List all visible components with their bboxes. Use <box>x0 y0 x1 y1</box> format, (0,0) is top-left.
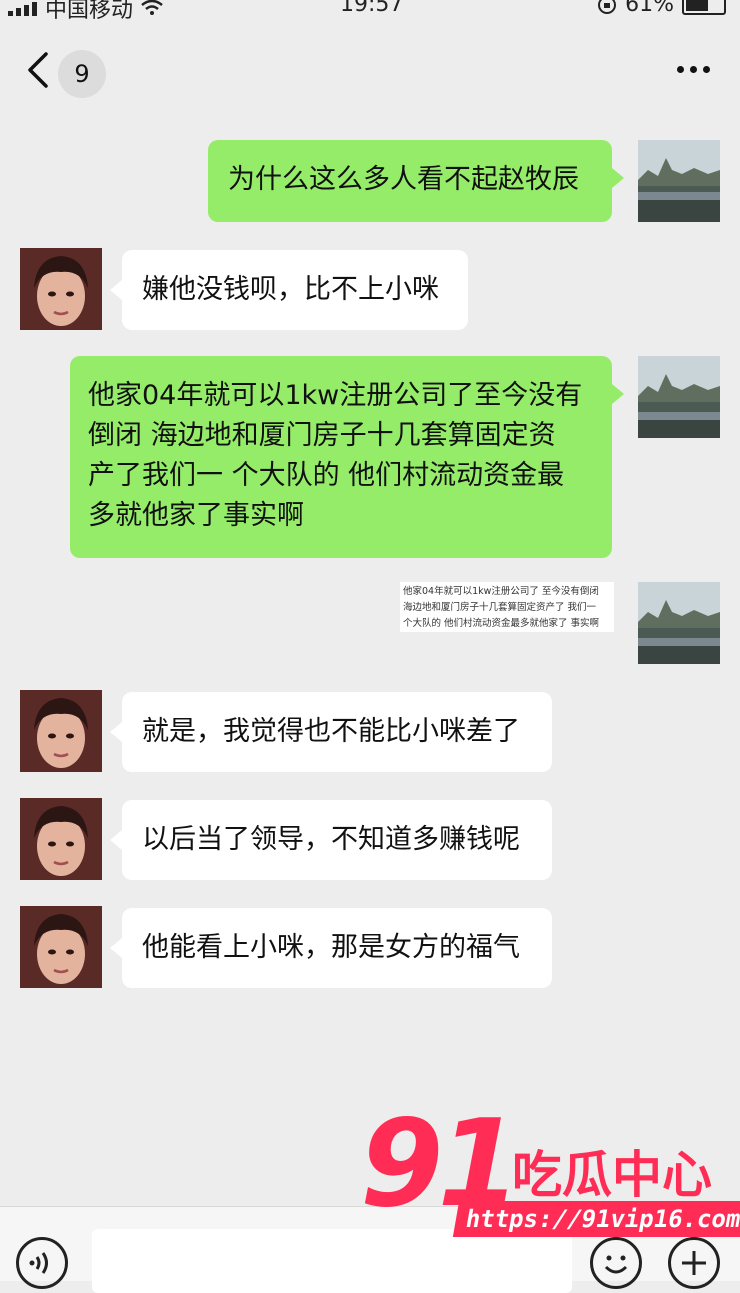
my-avatar[interactable] <box>638 140 720 222</box>
rotation-lock-icon <box>598 0 617 14</box>
message-line: 产了我们一 个大队的 他们村流动资金最 <box>88 460 565 491</box>
message-text: 嫌他没钱呗，比不上小咪 <box>142 274 439 305</box>
carrier-label: 中国移动 <box>45 0 134 23</box>
image-text-line: 他家04年就可以1kw注册公司了 至今没有倒闭 <box>403 586 599 597</box>
message-line: 他家04年就可以1kw注册公司了至今没有 <box>88 380 583 411</box>
contact-avatar[interactable] <box>20 690 102 772</box>
contact-message-bubble[interactable]: 他能看上小咪，那是女方的福气 <box>110 908 552 988</box>
message-text: 就是，我觉得也不能比小咪差了 <box>142 716 520 747</box>
contact-message-bubble[interactable]: 以后当了领导，不知道多赚钱呢 <box>110 800 552 880</box>
message-text: 他能看上小咪，那是女方的福气 <box>142 932 520 963</box>
message-text: 以后当了领导，不知道多赚钱呢 <box>142 824 520 855</box>
battery-percent: 61% <box>625 0 674 17</box>
my-avatar[interactable] <box>638 356 720 438</box>
signal-icon <box>8 0 37 16</box>
image-text-line: 海边地和厦门房子十几套算固定资产了 我们一 <box>403 602 597 613</box>
watermark-name: 吃瓜中心 <box>512 1146 712 1204</box>
message-text: 为什么这么多人看不起赵牧辰 <box>228 164 579 195</box>
my-message-bubble[interactable]: 他家04年就可以1kw注册公司了至今没有 倒闭 海边地和厦门房子十几套算固定资 … <box>70 356 624 558</box>
watermark-url: https://91vip16.com <box>452 1201 740 1237</box>
contact-avatar[interactable] <box>20 248 102 330</box>
status-bar: 中国移动 19:57 61% <box>0 0 740 23</box>
contact-message-bubble[interactable]: 嫌他没钱呗，比不上小咪 <box>110 250 468 330</box>
my-message-bubble[interactable]: 为什么这么多人看不起赵牧辰 <box>208 140 624 222</box>
my-avatar[interactable] <box>638 582 720 664</box>
more-options-icon[interactable] <box>677 66 710 73</box>
contact-avatar[interactable] <box>20 906 102 988</box>
unread-count-badge[interactable]: 9 <box>58 50 106 98</box>
wifi-icon <box>141 0 163 15</box>
image-message[interactable]: 他家04年就可以1kw注册公司了 至今没有倒闭 海边地和厦门房子十几套算固定资产… <box>400 582 614 632</box>
message-line: 多就他家了事实啊 <box>88 500 304 531</box>
clock: 19:57 <box>340 0 404 17</box>
voice-input-icon[interactable] <box>16 1237 68 1289</box>
chat-header: 9 <box>0 30 740 110</box>
message-line: 倒闭 海边地和厦门房子十几套算固定资 <box>88 420 556 451</box>
watermark-logo: 91 吃瓜中心 https://91vip16.com <box>360 1105 740 1255</box>
battery-icon <box>682 0 726 15</box>
back-arrow-icon[interactable] <box>24 52 52 88</box>
contact-avatar[interactable] <box>20 798 102 880</box>
image-text-line: 个大队的 他们村流动资金最多就他家了 事实啊 <box>403 618 600 629</box>
contact-message-bubble[interactable]: 就是，我觉得也不能比小咪差了 <box>110 692 552 772</box>
